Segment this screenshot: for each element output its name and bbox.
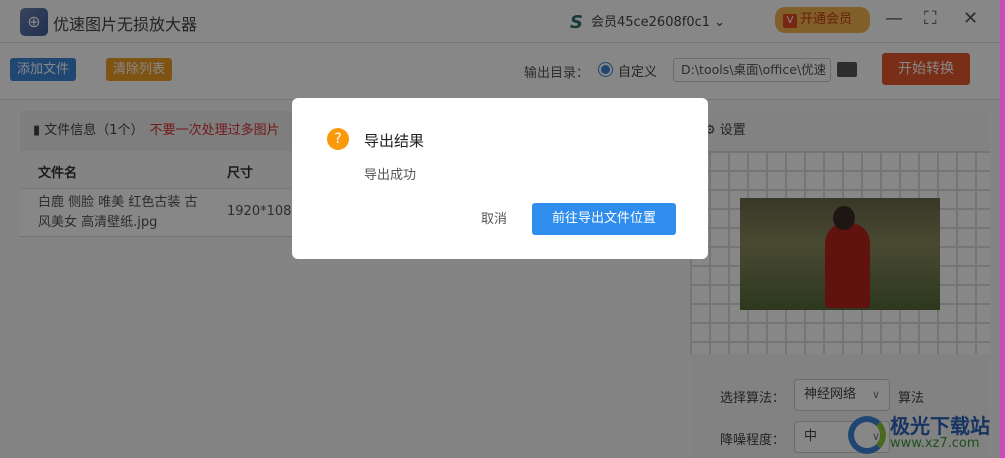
desktop-edge bbox=[1000, 0, 1005, 458]
export-result-dialog: ? 导出结果 导出成功 取消 前往导出文件位置 bbox=[292, 98, 708, 259]
dialog-message: 导出成功 bbox=[364, 168, 417, 183]
cancel-button[interactable]: 取消 bbox=[467, 204, 521, 236]
question-icon: ? bbox=[327, 128, 349, 150]
open-export-location-button[interactable]: 前往导出文件位置 bbox=[532, 203, 676, 235]
dialog-title: 导出结果 bbox=[364, 132, 425, 150]
